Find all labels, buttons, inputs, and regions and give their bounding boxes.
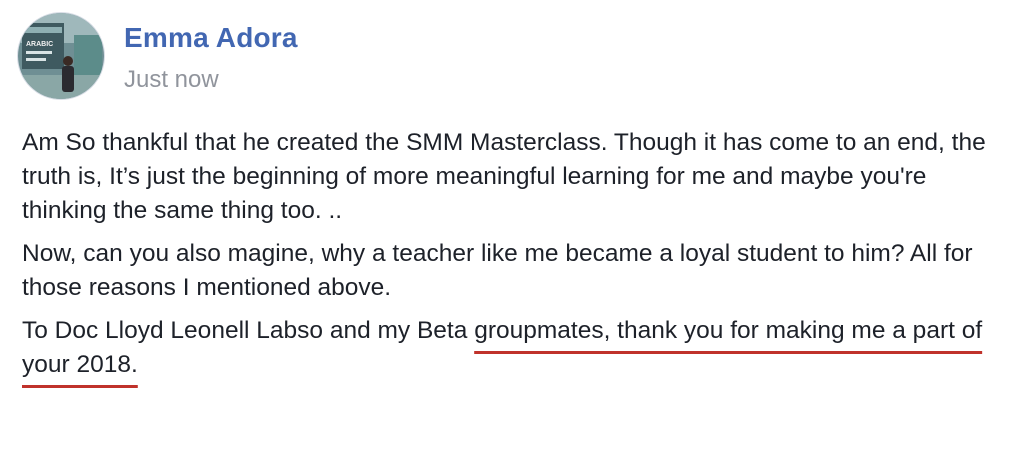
post-paragraph: Am So thankful that he created the SMM M… [22, 129, 986, 224]
post-timestamp[interactable]: Just now [124, 66, 219, 94]
post-paragraph: To Doc Lloyd Leonell Labso and my Beta g… [22, 314, 1012, 382]
avatar[interactable]: ARABIC [17, 12, 105, 100]
author-name[interactable]: Emma Adora [124, 22, 298, 54]
avatar-sign-text: ARABIC [26, 41, 53, 48]
post-body: Am So thankful that he created the SMM M… [22, 126, 1012, 391]
paragraph-text: To Doc Lloyd Leonell Labso and my Beta [22, 317, 475, 344]
post-paragraph: Now, can you also magine, why a teacher … [22, 240, 973, 301]
avatar-photo: ARABIC [18, 13, 104, 99]
facebook-post: ARABIC Emma Adora Just now Am So thankfu… [0, 0, 1024, 453]
